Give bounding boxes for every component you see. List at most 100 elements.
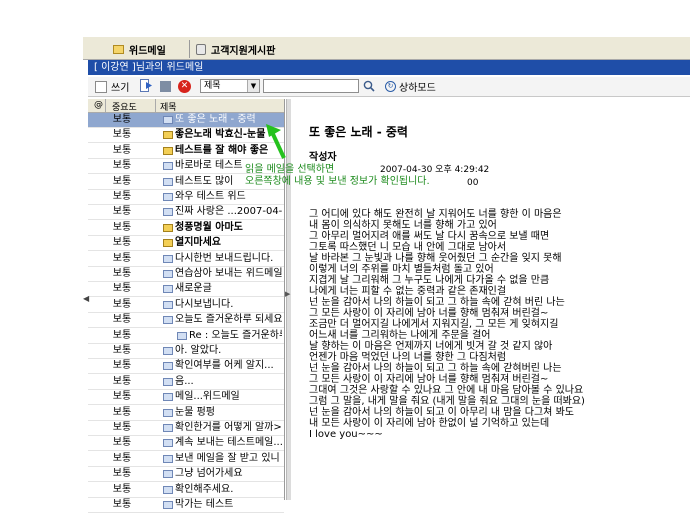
mail-subject: 계속 보내는 테스트메일... xyxy=(175,437,282,449)
read-mail-icon xyxy=(163,208,173,217)
list-item[interactable]: 보통 오늘도 즐거운하루 되세요 xyxy=(88,313,284,329)
importance-value: 보통 xyxy=(112,268,132,279)
unread-mail-icon xyxy=(163,146,173,155)
list-item[interactable]: 보통 그냥 넘어가세요 xyxy=(88,467,284,483)
tab-withmail[interactable]: 위드메일 xyxy=(113,40,166,58)
collapse-arrow-icon[interactable]: ▶ xyxy=(285,290,290,298)
body-line: 그대여 그것은 사랑할 수 있나요 그 안에 내 마음 담아볼 수 있나요 xyxy=(309,385,584,396)
list-item[interactable]: 보통 열지마세요 xyxy=(88,236,284,252)
list-item[interactable]: 보통 Re : 오늘도 즐거운하루 xyxy=(88,329,284,344)
list-item[interactable]: 보통 다시보냅니다. xyxy=(88,298,284,313)
body-line: 그럼 그 말을, 내게 말을 줘요 (내게 말을 줘요 그대의 눈을 떠봐요) xyxy=(309,396,585,407)
read-mail-icon xyxy=(163,316,173,325)
annotation-line: 읽을 메일을 선택하면 xyxy=(245,164,335,175)
list-item[interactable]: 보통 보낸 메일을 잘 받고 있니 xyxy=(88,452,284,467)
mail-subject: 막가는 테스트 xyxy=(175,499,234,510)
list-item[interactable]: 보통 계속 보내는 테스트메일... xyxy=(88,436,284,452)
list-item[interactable]: 보통 눈물 펑펑 xyxy=(88,406,284,421)
list-item[interactable]: 보통 또 좋은 노래 - 중력 xyxy=(88,113,284,128)
list-item[interactable]: 보통 청풍명월 아마도 xyxy=(88,221,284,236)
list-header: @ 중요도 제목 xyxy=(88,99,284,113)
body-line: 조금만 더 멀어지길 나에게서 지워지길, 그 모든 게 잊혀지길 xyxy=(309,319,559,330)
importance-value: 보통 xyxy=(112,175,132,187)
list-item[interactable]: 보통 막가는 테스트 xyxy=(88,498,284,513)
list-item[interactable]: 보통 확인여부를 어케 알지... xyxy=(88,359,284,375)
header-attachment[interactable]: @ xyxy=(94,100,103,110)
list-item[interactable]: 보통 좋은노래 박효신-눈물 xyxy=(88,128,284,144)
write-button[interactable]: 쓰기 xyxy=(95,79,129,94)
list-item[interactable]: 보통 연습삼아 보내는 위드메일 xyxy=(88,267,284,282)
body-line: I love you~~~ xyxy=(309,429,383,440)
importance-value: 보통 xyxy=(112,406,132,418)
window-title: [ 이강연 ]님과의 위드메일 xyxy=(88,60,690,75)
body-line: 그토록 따스했던 니 모습 내 안에 그대로 남아서 xyxy=(309,242,507,253)
body-line: 지겹게 날 그리워해 그 누구도 나에게 다가올 수 없을 만큼 xyxy=(309,275,550,286)
importance-value: 보통 xyxy=(112,391,132,403)
detail-mode-button[interactable]: ↻ 상하모드 xyxy=(385,80,436,94)
list-item[interactable]: 보통 메일...위드메일 xyxy=(88,390,284,406)
annotation-arrow-icon xyxy=(266,124,286,159)
send-icon[interactable] xyxy=(140,79,153,92)
mail-subject: 와우 테스트 위드 xyxy=(175,191,246,202)
mail-subject: 다시한번 보내드립니다. xyxy=(175,252,274,264)
tab-support-board[interactable]: 고객지원게시판 xyxy=(189,40,275,58)
importance-value: 보통 xyxy=(112,499,132,510)
body-line: 그 모든 사랑이 이 자리에 남아 너를 향해 멈춰져 버린걸~ xyxy=(309,374,549,385)
mail-subject: 열지마세요 xyxy=(175,237,221,249)
detail-mode-label: 상하모드 xyxy=(399,83,436,94)
list-item[interactable]: 보통 와우 테스트 위드 xyxy=(88,190,284,205)
search-field-select[interactable]: 제목 ▼ xyxy=(200,79,260,93)
importance-value: 보통 xyxy=(112,437,132,449)
importance-value: 보통 xyxy=(112,114,132,125)
read-mail-icon xyxy=(163,377,173,386)
mail-subject: 청풍명월 아마도 xyxy=(175,221,243,233)
mail-subject: 확인여부를 어케 알지... xyxy=(175,360,274,372)
read-mail-icon xyxy=(163,362,173,371)
list-item[interactable]: 보통 확인해주세요. xyxy=(88,483,284,498)
body-line: 넌 눈을 감아서 나의 하늘이 되고 그 하늘 속에 갇혀버린 나는 xyxy=(309,363,562,374)
header-subject[interactable]: 제목 xyxy=(160,100,177,113)
annotation-line: 오른쪽창에 내용 및 보낸 정보가 확인됩니다. xyxy=(245,176,430,187)
unread-mail-icon xyxy=(163,239,173,248)
preview-body: 그 어디에 있다 해도 완전히 날 지워어도 너를 향한 이 마음은 내 몸이 의… xyxy=(309,209,609,440)
list-item[interactable]: 보통 새로운글 xyxy=(88,282,284,298)
importance-value: 보통 xyxy=(112,252,132,264)
mail-subject: 그냥 넘어가세요 xyxy=(175,468,243,480)
search-input[interactable] xyxy=(263,79,359,93)
mail-list: @ 중요도 제목 보통 또 좋은 노래 - 중력 보통 좋은노래 박효신-눈물 보통 테스… xyxy=(88,99,285,513)
importance-value: 보통 xyxy=(112,160,132,172)
importance-value: 보통 xyxy=(112,422,132,433)
write-button-label: 쓰기 xyxy=(111,83,130,94)
mail-subject: 연습삼아 보내는 위드메일 xyxy=(175,268,282,279)
list-item[interactable]: 보통 아. 알았다. xyxy=(88,344,284,359)
read-mail-icon xyxy=(163,300,173,309)
body-line: 그 아무리 멀어지려 애를 써도 날 다시 꿈속으로 보낼 때면 xyxy=(309,231,550,242)
body-line: 내 몸이 의식하지 못해도 너를 향해 가고 있어 xyxy=(309,220,497,231)
mail-subject: 다시보냅니다. xyxy=(175,298,234,310)
scroll-left-icon[interactable]: ◀ xyxy=(83,294,89,303)
body-line: 내 모든 사랑이 이 자리에 남아 한없이 널 기억하고 있는데 xyxy=(309,418,550,429)
read-mail-icon xyxy=(163,177,173,186)
importance-value: 보통 xyxy=(112,221,132,233)
list-item[interactable]: 보통 테스트를 잘 해야 좋은 xyxy=(88,144,284,159)
importance-value: 보통 xyxy=(112,191,132,202)
header-importance[interactable]: 중요도 xyxy=(112,100,137,113)
importance-value: 보통 xyxy=(112,298,132,310)
list-item[interactable]: 보통 진짜 사랑은 ...2007-04-30 xyxy=(88,205,284,221)
delete-icon[interactable]: ✕ xyxy=(178,80,191,93)
read-mail-icon xyxy=(163,270,173,278)
list-item[interactable]: 보통 다시한번 보내드립니다. xyxy=(88,252,284,267)
read-mail-icon xyxy=(163,470,173,479)
mail-subject: 아. 알았다. xyxy=(175,345,222,356)
importance-value: 보통 xyxy=(112,129,132,141)
list-item[interactable]: 보통 확인한거를 어떻게 알까> xyxy=(88,421,284,436)
importance-value: 보통 xyxy=(112,483,132,495)
tab-support-board-label: 고객지원게시판 xyxy=(211,45,276,57)
search-icon[interactable] xyxy=(363,80,375,92)
importance-value: 보통 xyxy=(112,283,132,295)
stop-icon[interactable] xyxy=(160,81,171,92)
body-line: 언젠가 마음 먹었던 나의 너를 향한 그 다짐처럼 xyxy=(309,352,507,363)
preview-date-tail: 00 xyxy=(467,178,479,188)
importance-value: 보통 xyxy=(112,452,132,464)
list-item[interactable]: 보통 음... xyxy=(88,375,284,390)
